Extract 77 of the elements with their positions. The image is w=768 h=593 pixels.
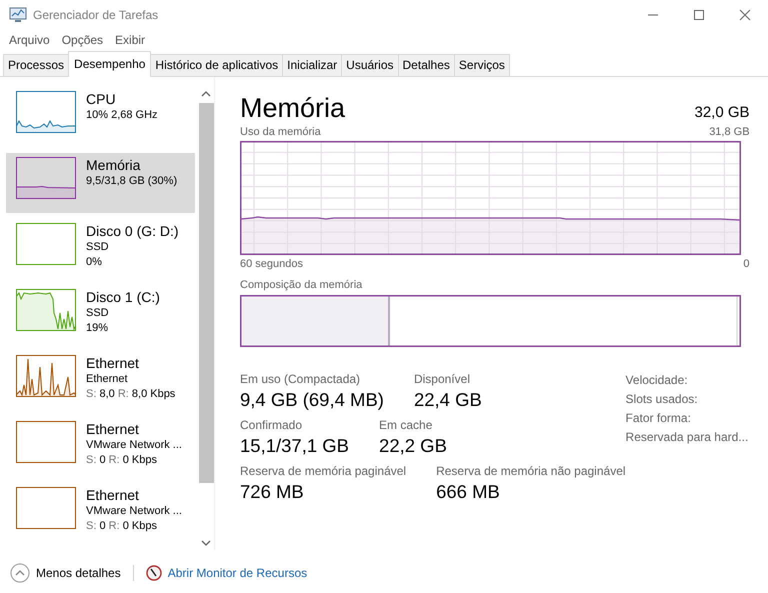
close-icon (739, 9, 751, 21)
item-title: CPU (86, 91, 117, 108)
composition-label: Composição da memória (240, 279, 364, 292)
stat-value: 9,4 GB (69,4 MB) (240, 388, 384, 412)
chart-label: Uso da memória (240, 126, 321, 139)
item-detail: VMware Network ... (86, 438, 182, 453)
item-detail: 0% (86, 255, 103, 270)
item-detail: Ethernet (86, 372, 129, 387)
detail-label: Slots usados: (626, 391, 699, 408)
tab[interactable]: Detalhes (398, 54, 455, 76)
stat-label: Disponível (414, 371, 471, 387)
resource-monitor-link[interactable]: Abrir Monitor de Recursos (168, 566, 308, 580)
sidebar-item[interactable]: Disco 0 (G: D:) SSD 0% (6, 219, 196, 279)
sidebar-item[interactable]: Ethernet VMware Network ... S: 0 R: 0 Kbps (6, 483, 196, 543)
item-title: Ethernet (86, 421, 140, 438)
item-detail: VMware Network ... (86, 504, 182, 519)
tab[interactable]: Processos (3, 54, 70, 76)
disk-busy-graph (16, 289, 76, 331)
scroll-down-icon[interactable] (201, 539, 212, 547)
tab[interactable]: Serviços (454, 54, 510, 76)
detail-label: Fator forma: (626, 410, 692, 427)
item-title: Disco 1 (C:) (86, 289, 160, 306)
network-rate: S: 0 R: 0 Kbps (86, 453, 158, 468)
cpu-graph (16, 91, 76, 133)
stat-label: Confirmado (240, 417, 304, 433)
disk-idle-graph (16, 223, 76, 265)
chevron-up-icon (10, 562, 30, 582)
item-detail: 9,5/31,8 GB (30%) (86, 174, 178, 189)
stat-value: 22,2 GB (379, 434, 447, 458)
scrollbar-thumb[interactable] (198, 103, 214, 483)
sidebar-item[interactable]: Ethernet VMware Network ... S: 0 R: 0 Kbps (6, 417, 196, 477)
tab[interactable]: Desempenho (68, 51, 152, 77)
gauge-icon (146, 564, 162, 580)
page-title: Memória (240, 93, 346, 123)
monitor-icon (9, 7, 27, 23)
stat-value: 726 MB (240, 480, 305, 504)
item-detail: 10% 2,68 GHz (86, 108, 158, 123)
tab[interactable]: Inicializar (282, 54, 342, 76)
stat-label: Reserva de memória paginável (240, 463, 406, 479)
item-detail: SSD (86, 306, 110, 321)
less-details-button[interactable]: Menos detalhes (10, 562, 121, 582)
network-idle-graph (16, 421, 76, 463)
item-detail: SSD (86, 240, 110, 255)
network-idle-graph (16, 487, 76, 529)
item-title: Memória (86, 157, 142, 174)
item-title: Ethernet (86, 487, 140, 504)
stat-value: 15,1/37,1 GB (240, 434, 350, 458)
menu-item[interactable]: Arquivo (3, 33, 56, 47)
detail-label: Reservada para hard... (626, 429, 750, 446)
total-memory: 32,0 GB (694, 104, 750, 121)
tab[interactable]: Histórico de aplicativos (150, 54, 284, 76)
time-end-label: 0 (743, 258, 750, 271)
sidebar-item[interactable]: Memória 9,5/31,8 GB (30%) (6, 153, 196, 213)
network-rate: S: 8,0 R: 8,0 Kbps (86, 387, 176, 402)
item-title: Disco 0 (G: D:) (86, 223, 179, 240)
network-busy-graph (16, 355, 76, 397)
time-span-label: 60 segundos (240, 258, 303, 271)
item-detail: 19% (86, 321, 110, 336)
detail-label: Velocidade: (626, 372, 689, 389)
memory-graph (16, 157, 76, 199)
stat-label: Em cache (379, 417, 434, 433)
stat-label: Reserva de memória não paginável (436, 463, 626, 479)
sidebar-item[interactable]: Disco 1 (C:) SSD 19% (6, 285, 196, 345)
stat-value: 666 MB (436, 480, 501, 504)
chart-max: 31,8 GB (709, 126, 750, 139)
stat-value: 22,4 GB (414, 388, 482, 412)
tab[interactable]: Usuários (341, 54, 399, 76)
stat-label: Em uso (Compactada) (240, 371, 362, 387)
sidebar-item[interactable]: CPU 10% 2,68 GHz (6, 87, 196, 147)
menu-item[interactable]: Exibir (109, 33, 152, 47)
network-rate: S: 0 R: 0 Kbps (86, 519, 158, 534)
maximize-icon (693, 9, 705, 21)
scroll-up-icon[interactable] (201, 90, 212, 98)
menu-item[interactable]: Opções (56, 33, 110, 47)
window-title: Gerenciador de Tarefas (33, 8, 160, 22)
item-title: Ethernet (86, 355, 140, 372)
sidebar-item[interactable]: Ethernet Ethernet S: 8,0 R: 8,0 Kbps (6, 351, 196, 411)
